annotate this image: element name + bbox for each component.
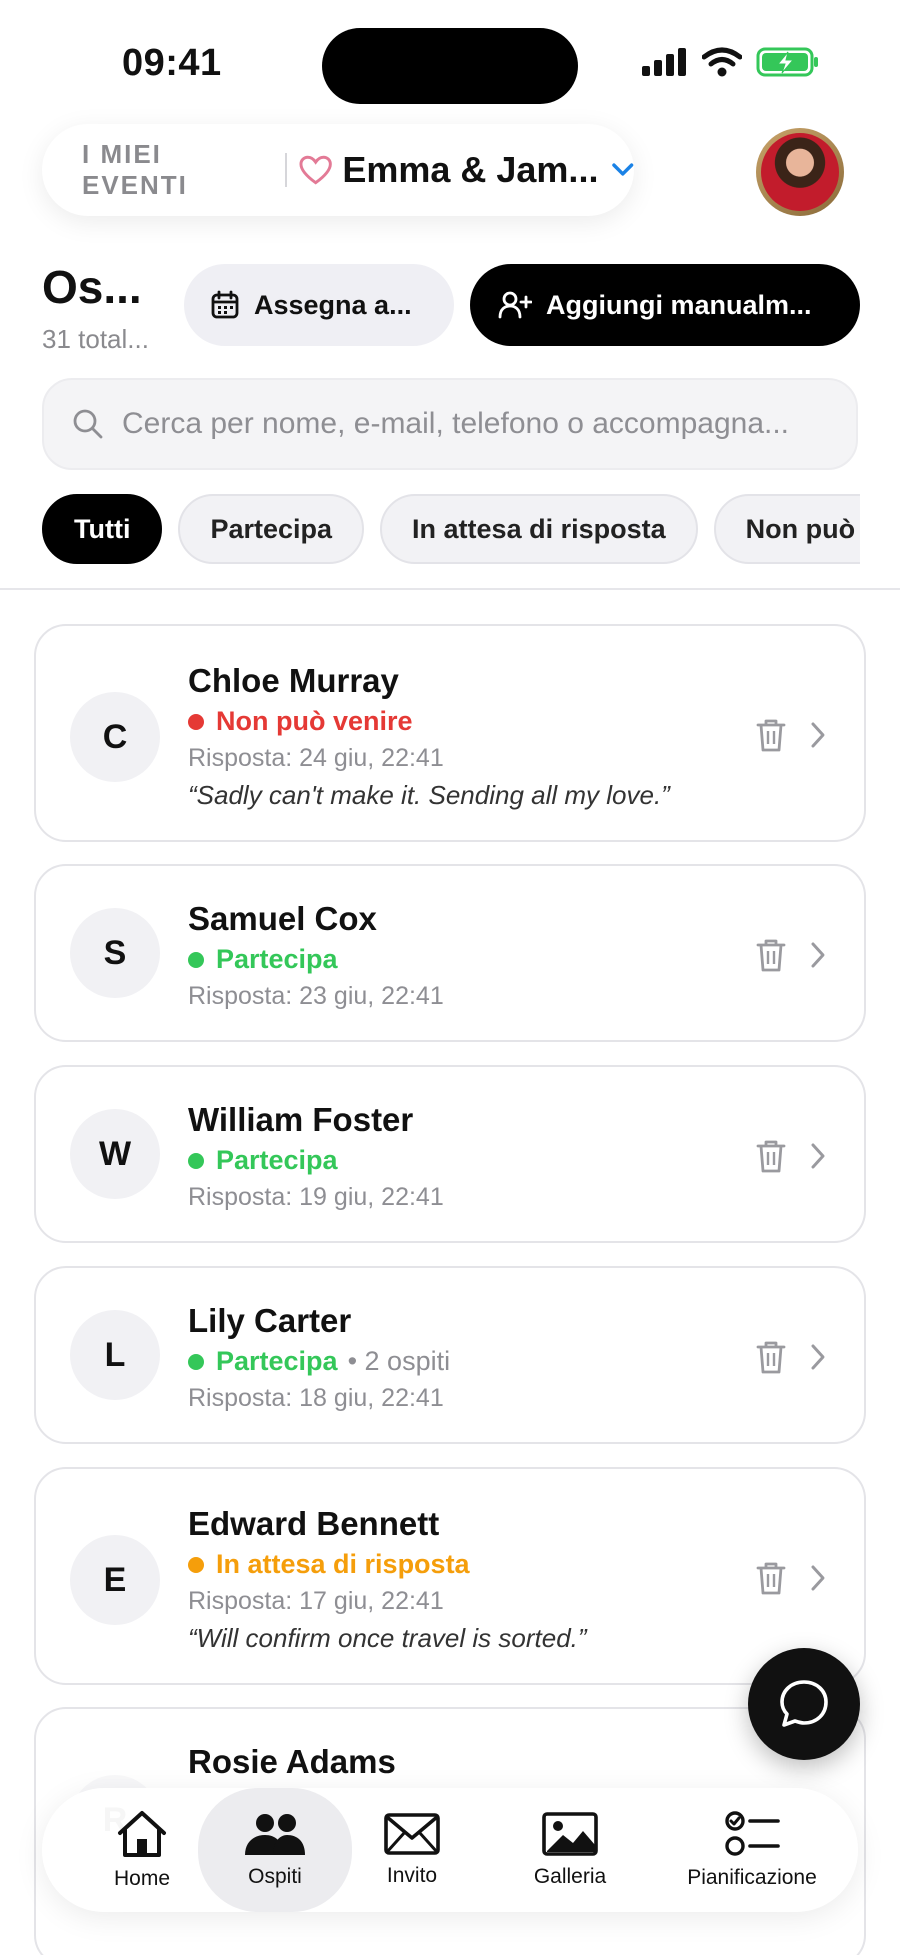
- rsvp-status-label: Partecipa: [216, 1145, 338, 1175]
- dynamic-island: [322, 28, 578, 104]
- nav-label: Pianificazione: [687, 1866, 817, 1889]
- rsvp-status-label: Partecipa: [216, 944, 338, 974]
- guest-name: Chloe Murray: [188, 662, 399, 699]
- chevron-down-icon: [612, 163, 634, 176]
- filter-chip-declined[interactable]: Non può venire: [713, 494, 860, 564]
- guest-name: William Foster: [188, 1101, 414, 1138]
- rsvp-status: Partecipa: [188, 1145, 338, 1176]
- response-time: Risposta: 17 giu, 22:41: [188, 1587, 444, 1615]
- nav-label: Ospiti: [248, 1865, 302, 1888]
- bottom-nav: Home Ospiti Invito Galleria Pianificazio…: [42, 1788, 858, 1912]
- status-time: 09:41: [122, 42, 222, 84]
- trash-icon[interactable]: [754, 1338, 788, 1376]
- response-time: Risposta: 18 giu, 22:41: [188, 1384, 444, 1412]
- status-dot: [188, 1353, 204, 1370]
- guest-card[interactable]: E Edward Bennett In attesa di risposta R…: [34, 1467, 866, 1685]
- mail-icon: [384, 1813, 440, 1855]
- avatar-photo: [761, 133, 839, 211]
- rsvp-status-label: In attesa di risposta: [216, 1549, 470, 1579]
- rsvp-status: In attesa di risposta: [188, 1549, 470, 1580]
- rsvp-status: Non può venire: [188, 706, 413, 737]
- calendar-icon: [211, 290, 239, 319]
- filter-chip-all[interactable]: Tutti: [42, 494, 163, 564]
- response-time: Risposta: 23 giu, 22:41: [188, 982, 444, 1010]
- wifi-icon: [702, 47, 742, 77]
- add-guest-button-label: Aggiungi manualm...: [546, 289, 812, 320]
- section-divider: [0, 588, 900, 590]
- add-user-icon: [498, 291, 532, 319]
- guest-initial: L: [70, 1310, 160, 1400]
- rsvp-status: Partecipa • 2 ospiti: [188, 1346, 450, 1377]
- nav-planning[interactable]: Pianificazione: [662, 1788, 842, 1912]
- guest-total: 31 total...: [42, 324, 149, 354]
- avatar[interactable]: [756, 128, 844, 216]
- trash-icon[interactable]: [754, 1137, 788, 1175]
- assign-button[interactable]: Assegna a...: [184, 264, 454, 346]
- status-bar: 09:41: [0, 0, 900, 120]
- chevron-right-icon[interactable]: [808, 940, 828, 970]
- guests-icon: [245, 1814, 305, 1855]
- assign-button-label: Assegna a...: [254, 289, 412, 320]
- guest-initial: E: [70, 1535, 160, 1625]
- trash-icon[interactable]: [754, 936, 788, 974]
- nav-invite[interactable]: Invito: [362, 1788, 462, 1912]
- heart-icon: [299, 155, 332, 185]
- guest-card[interactable]: W William Foster Partecipa Risposta: 19 …: [34, 1065, 866, 1243]
- chat-button[interactable]: [748, 1648, 860, 1760]
- status-dot: [188, 713, 204, 730]
- search-icon: [73, 409, 103, 439]
- status-dot: [188, 1556, 204, 1573]
- nav-label: Invito: [386, 1864, 438, 1887]
- event-kicker: I MIEI EVENTI: [82, 139, 188, 200]
- guest-card[interactable]: L Lily Carter Partecipa • 2 ospiti Rispo…: [34, 1266, 866, 1444]
- page-title: Os...: [42, 261, 142, 313]
- guest-note: “Sadly can't make it. Sending all my lov…: [188, 780, 670, 810]
- nav-label: Galleria: [533, 1865, 607, 1888]
- checklist-icon: [725, 1811, 780, 1856]
- search-bar[interactable]: [42, 378, 858, 470]
- filter-chip-attending[interactable]: Partecipa: [178, 494, 365, 564]
- rsvp-status-label: Non può venire: [216, 706, 413, 736]
- event-selector[interactable]: I MIEI EVENTI Emma & Jam...: [42, 124, 634, 216]
- guest-name: Samuel Cox: [188, 900, 377, 937]
- rsvp-status-label: Partecipa: [216, 1346, 338, 1376]
- filter-chip-pending[interactable]: In attesa di risposta: [380, 494, 698, 564]
- response-time: Risposta: 19 giu, 22:41: [188, 1183, 444, 1211]
- gallery-icon: [542, 1812, 598, 1856]
- guest-initial: C: [70, 692, 160, 782]
- divider: [285, 153, 288, 187]
- chevron-right-icon[interactable]: [808, 1563, 828, 1593]
- chat-bubble-icon: [780, 1680, 828, 1727]
- home-icon: [118, 1811, 166, 1857]
- chevron-right-icon[interactable]: [808, 720, 828, 750]
- nav-label: Home: [113, 1867, 171, 1890]
- chevron-right-icon[interactable]: [808, 1141, 828, 1171]
- guest-card[interactable]: S Samuel Cox Partecipa Risposta: 23 giu,…: [34, 864, 866, 1042]
- guest-initial: W: [70, 1109, 160, 1199]
- nav-guests[interactable]: Ospiti: [198, 1788, 352, 1912]
- search-input[interactable]: [122, 407, 842, 441]
- status-icons: [642, 46, 820, 78]
- chevron-right-icon[interactable]: [808, 1342, 828, 1372]
- add-guest-button[interactable]: Aggiungi manualm...: [470, 264, 860, 346]
- guest-plus-count: • 2 ospiti: [347, 1346, 451, 1376]
- battery-charging-icon: [756, 47, 818, 77]
- signal-icon: [642, 48, 686, 76]
- response-time: Risposta: 24 giu, 22:41: [188, 744, 444, 772]
- guest-note: “Will confirm once travel is sorted.”: [188, 1623, 587, 1653]
- rsvp-status: Partecipa: [188, 944, 338, 975]
- event-name: Emma & Jam...: [342, 149, 599, 190]
- trash-icon[interactable]: [754, 1559, 788, 1597]
- guest-card[interactable]: C Chloe Murray Non può venire Risposta: …: [34, 624, 866, 842]
- filter-chips: Tutti Partecipa In attesa di risposta No…: [42, 494, 860, 566]
- status-dot: [188, 1152, 204, 1169]
- guest-name: Rosie Adams: [188, 1743, 396, 1780]
- guest-name: Lily Carter: [188, 1302, 352, 1339]
- trash-icon[interactable]: [754, 716, 788, 754]
- guest-name: Edward Bennett: [188, 1505, 440, 1542]
- guest-initial: S: [70, 908, 160, 998]
- status-dot: [188, 951, 204, 968]
- nav-home[interactable]: Home: [82, 1788, 202, 1912]
- nav-gallery[interactable]: Galleria: [510, 1788, 630, 1912]
